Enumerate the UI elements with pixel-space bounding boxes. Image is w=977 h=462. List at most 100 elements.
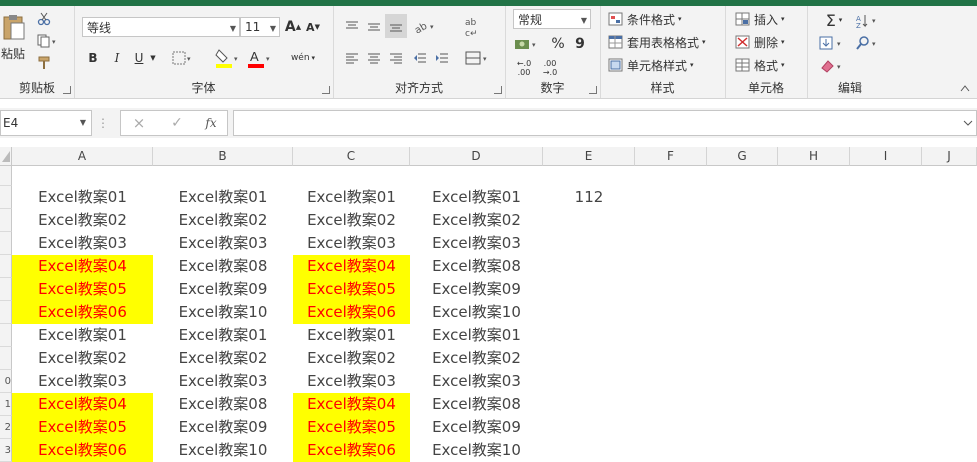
copy-icon[interactable]: ▾ [34,32,62,50]
align-left-icon[interactable] [343,48,361,68]
number-format-combo[interactable]: 常规 ▼ [513,9,591,29]
column-header-b[interactable]: B [153,147,293,166]
chevron-down-icon: ▼ [79,118,86,127]
font-name-value: 等线 [87,20,112,35]
fill-icon[interactable]: ▾ [817,32,851,54]
expand-formula-bar-icon[interactable] [962,118,974,128]
row-header[interactable] [0,278,12,301]
row-header[interactable] [0,301,12,324]
row-header[interactable] [0,347,12,370]
column-header-f[interactable]: F [635,147,707,166]
orientation-icon[interactable]: ab ▾ [411,16,439,36]
column-header-h[interactable]: H [778,147,850,166]
align-right-icon[interactable] [387,48,405,68]
align-top-icon[interactable] [343,16,361,36]
accounting-format-icon[interactable]: ▾ [513,34,543,54]
decrease-decimal-button[interactable]: .00 →.0 [539,56,561,80]
svg-text:▾: ▾ [532,41,536,49]
fill-color-icon[interactable]: ▾ [214,46,242,70]
column-header-d[interactable]: D [410,147,543,166]
italic-button[interactable]: I [108,48,126,68]
row-header[interactable] [0,186,12,209]
phonetic-label: wén [290,53,310,63]
underline-button[interactable]: U [130,48,148,68]
cancel-icon[interactable]: × [127,113,151,133]
increase-decimal-button[interactable]: ←.0.00 [513,56,535,80]
font-group: 等线 ▼ 11 ▼ A ▲ A ▼ B I U ▼ ▾ ▾ A ▾ wén ▾ 字体 [74,6,334,98]
underline-dropdown-icon[interactable]: ▼ [148,48,158,68]
format-painter-icon[interactable] [34,54,54,72]
font-name-combo[interactable]: 等线 ▼ [82,17,240,37]
conditional-formatting-button[interactable]: 条件格式 ▾ [608,9,722,29]
find-select-icon[interactable]: ▾ [853,32,883,54]
column-header-c[interactable]: C [293,147,410,166]
bold-button[interactable]: B [84,48,102,68]
number-group: 常规 ▼ ▾ % 9 ←.0.00 .00 →.0 数字 [505,6,601,98]
percent-button[interactable]: % [549,34,567,54]
increase-indent-icon[interactable] [433,48,451,68]
clear-icon[interactable]: ▾ [817,55,851,77]
number-group-label: 数字 [540,81,565,95]
phonetic-guide-button[interactable]: wén ▾ [288,46,318,70]
row-header[interactable]: 2 [0,416,12,439]
name-box[interactable]: E4 ▼ [0,110,92,136]
number-launcher-icon[interactable] [589,86,597,94]
row-header[interactable] [0,324,12,347]
align-middle-icon[interactable] [365,16,383,36]
align-center-icon[interactable] [365,48,383,68]
row-header[interactable] [0,209,12,232]
svg-text:▾: ▾ [837,63,841,71]
row-header[interactable] [0,255,12,278]
font-group-label: 字体 [191,81,216,95]
enter-icon[interactable]: ✓ [165,113,189,133]
column-header-e[interactable]: E [543,147,635,166]
comma-style-button[interactable]: 9 [571,34,589,54]
sort-filter-icon[interactable]: A Z ▾ [853,9,883,31]
row-header[interactable]: 0 [0,370,12,393]
merge-center-icon[interactable]: ▾ [463,48,493,68]
column-header-g[interactable]: G [707,147,778,166]
format-cells-label: 格式 [754,58,779,73]
row-header[interactable]: 3 [0,439,12,462]
formula-bar-splitter-icon[interactable]: ⋮ [97,114,109,132]
format-cells-button[interactable]: 格式 ▾ [735,55,801,75]
column-header-a[interactable]: A [12,147,153,166]
svg-text:▾: ▾ [872,40,876,48]
clipboard-launcher-icon[interactable] [63,86,71,94]
decrease-decimal-top: .00 [543,59,557,68]
row-header[interactable] [0,166,12,186]
column-header-i[interactable]: I [850,147,922,166]
column-header-j[interactable]: J [922,147,977,166]
row-header[interactable]: 1 [0,393,12,416]
cells-group-label: 单元格 [747,81,784,95]
insert-cells-button[interactable]: 插入 ▾ [735,9,801,29]
decrease-indent-icon[interactable] [411,48,429,68]
grow-font-button[interactable]: A ▲ [284,17,302,37]
font-size-combo[interactable]: 11 ▼ [240,17,280,37]
paste-button-label[interactable]: 粘贴 [0,44,26,62]
row-header[interactable] [0,232,12,255]
align-bottom-icon[interactable] [385,14,407,38]
font-launcher-icon[interactable] [322,86,330,94]
shrink-font-button[interactable]: A ▼ [304,17,322,37]
collapse-ribbon-icon[interactable] [958,82,972,94]
svg-text:▾: ▾ [872,17,876,25]
svg-text:▾: ▾ [837,40,841,48]
insert-function-icon[interactable]: fx [199,113,223,133]
wrap-text-icon[interactable]: ab c↵ [461,14,483,40]
select-all-corner[interactable] [0,147,12,166]
font-color-icon[interactable]: A ▾ [246,46,274,70]
worksheet-area[interactable] [12,166,977,458]
cells-group: 插入 ▾ 删除 ▾ 格式 ▾ 单元格 [725,6,808,98]
autosum-button[interactable]: Σ ▾ [817,9,851,31]
borders-icon[interactable]: ▾ [170,48,196,68]
cell-styles-button[interactable]: 单元格样式 ▾ [608,55,722,75]
alignment-launcher-icon[interactable] [494,86,502,94]
cut-icon[interactable] [34,10,54,28]
svg-text:A: A [250,49,259,64]
formula-input[interactable] [233,110,977,136]
delete-cells-button[interactable]: 删除 ▾ [735,32,801,52]
paste-icon[interactable] [0,12,28,42]
format-as-table-button[interactable]: 套用表格格式 ▾ [608,32,722,52]
svg-text:ab: ab [465,18,477,28]
